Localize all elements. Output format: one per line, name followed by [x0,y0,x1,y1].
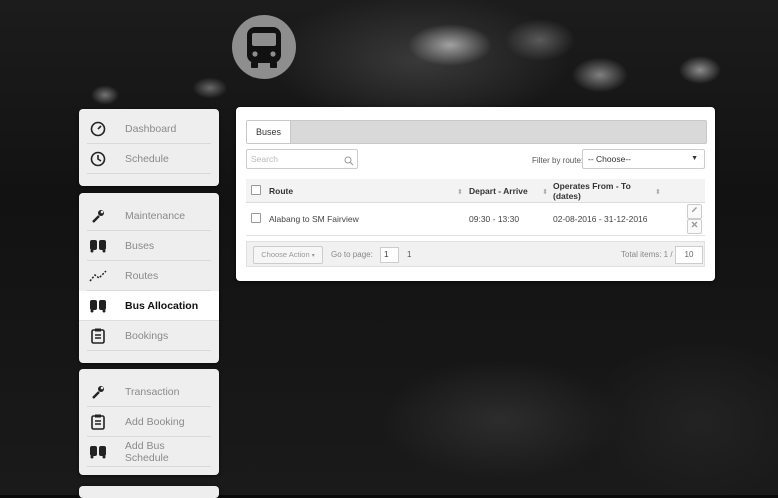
search-icon[interactable] [344,153,354,171]
select-all-cell [246,179,268,203]
sidebar-item-add-booking[interactable]: Add Booking [87,407,211,437]
sidebar-group-maintenance: Maintenance Buses Routes Bus Allocation … [79,193,219,363]
column-header-operates[interactable]: Operates From - To (dates) [552,179,654,203]
bus-icon [87,445,109,459]
filter-label: Filter by route: [532,156,584,165]
dashboard-icon [87,121,109,137]
row-select-cell [246,202,268,236]
choose-action-dropdown[interactable]: Choose Action ▾ [253,246,323,264]
tab-buses[interactable]: Buses [247,121,292,143]
select-all-checkbox[interactable] [251,184,261,195]
sidebar-group-main: Dashboard Schedule [79,109,219,186]
delete-button[interactable] [687,219,702,234]
sidebar-item-routes[interactable]: Routes [87,261,211,291]
sidebar-item-label: Schedule [125,152,169,165]
column-header-depart-arrive[interactable]: Depart - Arrive [468,179,538,203]
sidebar-item-bus-allocation[interactable]: Bus Allocation [79,291,219,321]
close-icon [691,221,698,228]
sidebar-item-bookings[interactable]: Bookings [87,321,211,351]
sidebar-item-label: Bookings [125,329,169,342]
table-row: Alabang to SM Fairview 09:30 - 13:30 02-… [246,202,705,236]
clipboard-icon [87,328,109,344]
sidebar-item-add-bus-schedule[interactable]: Add Bus Schedule [87,437,211,467]
sidebar-item-label: Add Bus Schedule [124,439,169,464]
dates-cell: 02-08-2016 - 31-12-2016 [552,202,670,236]
bus-icon [87,239,109,253]
sidebar-item-label: Bus Allocation [125,299,199,312]
wrench-icon [87,384,109,400]
tab-bar: Buses [246,120,707,144]
row-actions [670,202,705,236]
bus-front-icon [247,27,281,68]
sort-icon[interactable]: ⬍ [456,179,468,203]
wrench-icon [87,208,109,224]
sidebar-item-label: Dashboard [125,122,177,135]
bus-icon [87,299,109,313]
route-icon [87,269,109,283]
items-per-page-input[interactable]: 10 [675,246,703,264]
row-checkbox[interactable] [251,213,261,223]
sidebar-item-dashboard[interactable]: Dashboard [87,114,211,144]
clipboard-icon [87,414,109,430]
page-count: 1 [407,250,412,259]
column-header-route[interactable]: Route [268,179,456,203]
route-filter-select[interactable]: -- Choose-- ▼ [582,149,705,169]
table-header-row: Route ⬍ Depart - Arrive ⬍ Operates From … [246,179,705,203]
sidebar-item-transaction[interactable]: Transaction [87,377,211,407]
sidebar-item-maintenance[interactable]: Maintenance [87,201,211,231]
sort-icon[interactable]: ⬍ [654,179,670,203]
sidebar-item-label: Transaction [125,385,180,398]
sidebar-group-more [79,486,219,498]
total-items-label: Total items: 1 / [621,250,673,259]
sidebar-item-schedule[interactable]: Schedule [87,144,211,174]
page-number-input[interactable]: 1 [380,247,399,263]
sidebar-item-label: Add Booking [125,415,185,428]
route-filter-value: -- Choose-- [588,154,631,164]
sidebar-item-label: Maintenance [125,209,186,222]
sidebar-item-label: Routes [125,269,159,282]
route-cell: Alabang to SM Fairview [268,202,468,236]
sidebar-item-label: Buses [125,239,155,252]
sidebar-group-transaction: Transaction Add Booking Add Bus Schedule [79,369,219,475]
goto-page-label: Go to page: [331,250,373,259]
bus-allocation-panel: Buses Search Filter by route: -- Choose-… [236,107,715,281]
clock-icon [87,151,109,167]
chevron-down-icon: ▾ [311,253,315,259]
pencil-icon [692,207,697,212]
allocation-table: Route ⬍ Depart - Arrive ⬍ Operates From … [246,179,705,236]
sidebar-item-buses[interactable]: Buses [87,231,211,261]
actions-header [670,179,705,203]
bus-logo [232,15,296,79]
chevron-down-icon: ▼ [691,155,698,162]
search-input[interactable]: Search [246,149,358,169]
sort-icon[interactable]: ⬍ [538,179,552,203]
edit-button[interactable] [687,204,702,219]
time-cell: 09:30 - 13:30 [468,202,552,236]
table-footer: Choose Action ▾ Go to page: 1 1 Total it… [246,241,705,267]
